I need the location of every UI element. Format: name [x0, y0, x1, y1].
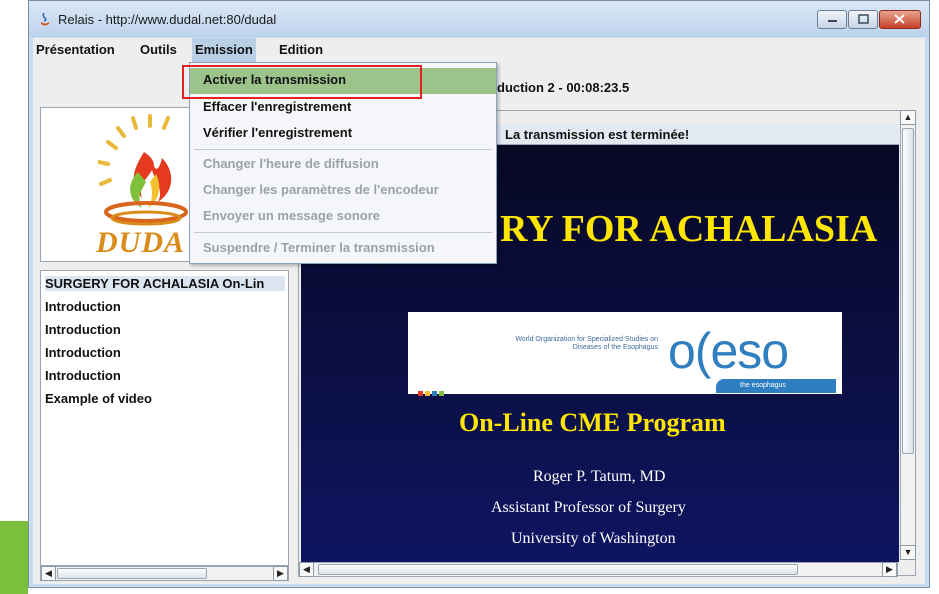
list-item[interactable]: Introduction [45, 299, 121, 314]
menu-presentation[interactable]: Présentation [33, 38, 118, 62]
window-title: Relais - http://www.dudal.net:80/dudal [58, 12, 277, 27]
annotation-highlight-box [182, 65, 422, 99]
menu-separator [194, 149, 492, 150]
menu-item-changer-encodeur: Changer les paramètres de l'encodeur [203, 182, 439, 197]
scroll-right-button[interactable]: ▶ [273, 566, 288, 581]
presenter-affiliation: University of Washington [511, 530, 676, 547]
scroll-down-button[interactable]: ▼ [900, 545, 916, 560]
scroll-thumb[interactable] [318, 564, 798, 575]
dudal-logo-text: DUDA [96, 226, 186, 259]
presenter-name: Roger P. Tatum, MD [533, 468, 666, 485]
close-icon [894, 14, 905, 24]
menu-item-verifier-enregistrement[interactable]: Vérifier l'enregistrement [203, 125, 352, 140]
scroll-up-button[interactable]: ▲ [900, 110, 916, 125]
scroll-left-button[interactable]: ◀ [299, 562, 314, 577]
java-app-icon [41, 12, 49, 26]
menu-item-message-sonore: Envoyer un message sonore [203, 208, 381, 223]
program-title: On-Line CME Program [459, 408, 726, 437]
minimize-icon [828, 20, 837, 22]
playlist-panel [40, 270, 289, 566]
oeso-tagline: the esophagus [740, 382, 786, 389]
transmission-ended-message: La transmission est terminée! [505, 127, 690, 142]
list-item[interactable]: Introduction [45, 322, 121, 337]
minimize-button[interactable] [817, 10, 847, 29]
maximize-icon [858, 14, 869, 24]
vertical-scroll-thumb[interactable] [902, 128, 914, 454]
slide-title: RY FOR ACHALASIA [500, 208, 878, 250]
scroll-thumb[interactable] [57, 568, 207, 579]
menu-separator [194, 232, 492, 233]
menu-outils[interactable]: Outils [137, 38, 180, 62]
color-square [439, 391, 444, 396]
list-item[interactable]: Introduction [45, 345, 121, 360]
list-item[interactable]: SURGERY FOR ACHALASIA On-Lin [45, 276, 285, 291]
scroll-left-button[interactable]: ◀ [41, 566, 56, 581]
list-item[interactable]: Introduction [45, 368, 121, 383]
flame-logo-icon [98, 114, 188, 226]
menu-item-effacer-enregistrement[interactable]: Effacer l'enregistrement [203, 99, 351, 114]
menu-edition[interactable]: Edition [276, 38, 326, 62]
list-item[interactable]: Example of video [45, 391, 152, 406]
color-square [425, 391, 430, 396]
oeso-subtitle: World Organization for Specialized Studi… [515, 336, 658, 351]
close-button[interactable] [879, 10, 921, 29]
presenter-title: Assistant Professor of Surgery [491, 499, 686, 516]
oeso-logo: o(eso [668, 323, 789, 379]
presentation-status: duction 2 - 00:08:23.5 [497, 80, 630, 95]
menu-item-suspendre-terminer: Suspendre / Terminer la transmission [203, 240, 435, 255]
color-square [432, 391, 437, 396]
green-accent-strip [0, 521, 28, 594]
maximize-button[interactable] [848, 10, 878, 29]
color-square [418, 391, 423, 396]
menu-emission[interactable]: Emission [192, 38, 256, 62]
menu-item-changer-heure: Changer l'heure de diffusion [203, 156, 379, 171]
scroll-right-button[interactable]: ▶ [882, 562, 897, 577]
